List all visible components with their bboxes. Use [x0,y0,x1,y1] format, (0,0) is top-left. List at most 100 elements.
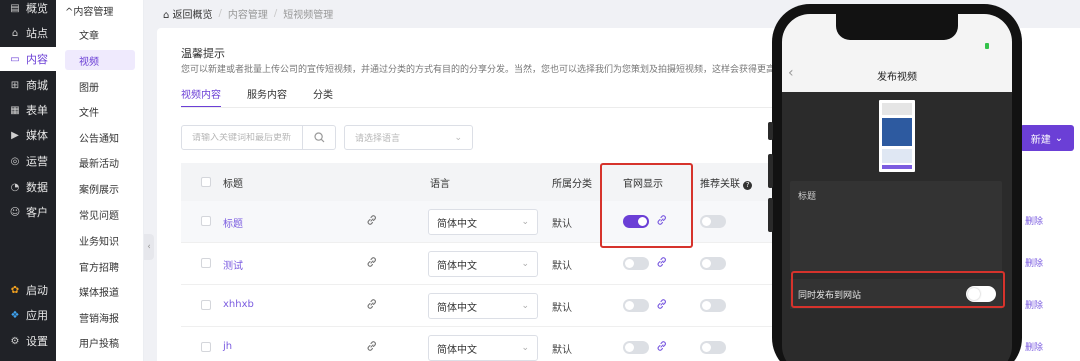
related-toggle[interactable] [700,257,726,270]
breadcrumb-item[interactable]: 内容管理 [228,6,268,21]
nav-item-customer[interactable]: ☺ 客户 [0,200,56,224]
home-icon: ⌂ [163,10,170,21]
title-field[interactable]: 标题 [790,181,1002,273]
tab-category[interactable]: 分类 [313,86,333,108]
site-display-toggle[interactable] [623,299,649,312]
user-icon: ☺ [9,206,21,218]
column-title: 标题 [223,179,243,190]
subnav-item-faq[interactable]: 常见问题 [65,204,135,224]
subnav-item-cases[interactable]: 案例展示 [65,178,135,198]
link-icon[interactable] [655,339,669,353]
site-display-toggle[interactable] [623,257,649,270]
delete-link[interactable]: 删除 [1025,340,1043,353]
search-input[interactable] [182,132,302,143]
thumbnail-header [882,103,912,115]
tab-bar: 视频内容 服务内容 分类 [181,86,359,108]
link-icon[interactable] [655,255,669,269]
row-title-link[interactable]: 测试 [223,257,243,272]
subnav-item-file[interactable]: 文件 [65,101,135,121]
video-cover-thumbnail[interactable] [879,100,915,172]
language-select[interactable]: 请选择语言 ⌄ [344,125,473,150]
tab-service-content[interactable]: 服务内容 [247,86,287,108]
row-checkbox[interactable] [201,216,211,226]
search-icon [313,132,324,143]
nav-label: 商城 [26,79,48,92]
secondary-sidebar-header[interactable]: ^内容管理 [65,3,113,18]
row-category: 默认 [552,345,572,356]
chevron-down-icon: ⌄ [1054,132,1064,144]
nav-item-settings[interactable]: ⚙ 设置 [0,329,56,353]
tab-video-content[interactable]: 视频内容 [181,86,221,108]
delete-link[interactable]: 删除 [1025,214,1043,227]
row-title-link[interactable]: 标题 [223,215,243,230]
row-title-link[interactable]: jh [223,341,232,352]
subnav-item-article[interactable]: 文章 [65,24,135,44]
nav-item-site[interactable]: ⌂ 站点 [0,21,56,45]
subnav-item-album[interactable]: 图册 [65,76,135,96]
battery-icon [985,43,989,49]
back-to-overview-link[interactable]: ⌂ 返回概览 [163,6,213,21]
row-language-value: 简体中文 [437,302,477,314]
link-icon[interactable] [365,297,379,311]
row-category: 默认 [552,261,572,272]
related-toggle[interactable] [700,299,726,312]
breadcrumb: ⌂ 返回概览 / 内容管理 / 短视频管理 [163,6,333,21]
delete-link[interactable]: 删除 [1025,298,1043,311]
nav-label: 运营 [26,155,48,168]
data-icon: ◔ [10,181,20,193]
subnav-item-events[interactable]: 最新活动 [65,152,135,172]
help-icon[interactable]: ? [743,181,753,190]
nav-item-media[interactable]: ▶ 媒体 [0,123,56,147]
search-button[interactable] [302,126,335,149]
subnav-item-poster[interactable]: 营销海报 [65,307,135,327]
subnav-item-video[interactable]: 视频 [65,50,135,70]
row-language-select[interactable]: 简体中文 ⌄ [428,209,538,235]
collapse-sidebar-button[interactable]: ‹ [144,234,154,260]
thumbnail-image [882,118,912,146]
nav-item-overview[interactable]: ▤ 概览 [0,0,56,20]
row-language-select[interactable]: 简体中文 ⌄ [428,335,538,361]
media-icon: ▶ [11,129,19,141]
row-language-select[interactable]: 简体中文 ⌄ [428,293,538,319]
subnav-item-recruit[interactable]: 官方招聘 [65,256,135,276]
row-checkbox[interactable] [201,300,211,310]
phone-side-button [768,122,773,140]
table-row: 测试 简体中文 ⌄ 默认 [181,243,781,285]
nav-item-apps[interactable]: ❖ 应用 [0,303,56,327]
delete-link[interactable]: 删除 [1025,256,1043,269]
nav-item-shop[interactable]: ⊞ 商城 [0,73,56,97]
nav-item-form[interactable]: ▦ 表单 [0,98,56,122]
row-checkbox[interactable] [201,258,211,268]
nav-label: 媒体 [26,129,48,142]
column-language: 语言 [430,179,450,190]
thumbnail-body [882,149,912,163]
link-icon[interactable] [365,255,379,269]
link-icon[interactable] [655,297,669,311]
related-toggle[interactable] [700,215,726,228]
nav-label: 设置 [26,335,48,348]
row-title-link[interactable]: xhhxb [223,299,254,310]
subnav-item-press[interactable]: 媒体报道 [65,281,135,301]
new-button[interactable]: 新建 ⌄ [1020,125,1074,151]
subnav-item-knowledge[interactable]: 业务知识 [65,230,135,250]
nav-item-data[interactable]: ◔ 数据 [0,175,56,199]
shop-icon: ⊞ [10,79,20,91]
nav-item-content[interactable]: ▭ 内容 [0,47,56,71]
nav-item-launch[interactable]: ✿ 启动 [0,278,56,302]
publish-highlight [791,271,1005,308]
subnav-item-notice[interactable]: 公告通知 [65,127,135,147]
row-category: 默认 [552,303,572,314]
chevron-left-icon: ‹ [147,242,151,252]
related-toggle[interactable] [700,341,726,354]
nav-item-operation[interactable]: ◎ 运营 [0,149,56,173]
back-chevron-icon[interactable]: ‹ [788,65,794,81]
row-checkbox[interactable] [201,342,211,352]
select-all-checkbox[interactable] [201,177,211,187]
breadcrumb-item: 短视频管理 [283,10,334,21]
site-display-toggle[interactable] [623,341,649,354]
link-icon[interactable] [365,213,379,227]
link-icon[interactable] [365,339,379,353]
secondary-sidebar: ^内容管理 文章 视频 图册 文件 公告通知 最新活动 案例展示 常见问题 业务… [56,0,144,361]
row-language-select[interactable]: 简体中文 ⌄ [428,251,538,277]
subnav-item-submission[interactable]: 用户投稿 [65,332,135,352]
